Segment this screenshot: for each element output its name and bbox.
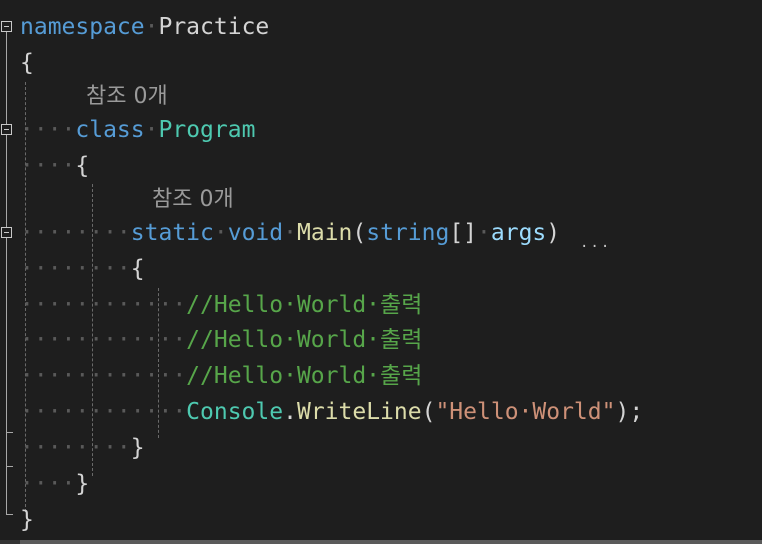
code-line-10: ············Console.WriteLine("Hello·Wor…: [20, 399, 644, 425]
class-outline-end: [6, 466, 13, 467]
open-brace: {: [75, 153, 90, 179]
namespace-outline-end: [6, 514, 13, 515]
collapse-method-icon[interactable]: [1, 227, 12, 238]
code-line-9: ············//Hello·World·출력: [20, 363, 423, 389]
keyword-class: class: [75, 117, 145, 143]
code-line-5: ········static·void·Main(string[]·args): [20, 220, 561, 246]
string-literal: "Hello·World": [435, 399, 616, 425]
code-line-8: ············//Hello·World·출력: [20, 327, 423, 353]
code-line-7: ············//Hello·World·출력: [20, 292, 423, 318]
method-outline-end: [6, 432, 13, 433]
collapse-namespace-icon[interactable]: [1, 21, 12, 32]
comment: //Hello·World·출력: [186, 327, 423, 353]
param-type: string: [366, 220, 450, 246]
close-brace: }: [75, 471, 90, 497]
code-line-1: namespace·Practice: [20, 14, 270, 40]
close-brace: }: [130, 435, 145, 461]
code-line-6: ········{: [20, 256, 145, 282]
writeline-method: WriteLine: [296, 399, 422, 425]
collapse-class-icon[interactable]: [1, 124, 12, 135]
horizontal-scrollbar-thumb[interactable]: [20, 540, 762, 544]
comment: //Hello·World·출력: [186, 363, 423, 389]
code-line-3: ····class·Program: [20, 117, 256, 143]
code-line-2: {: [20, 46, 34, 80]
console-type: Console: [186, 399, 284, 425]
suggestion-hint-dots[interactable]: ···: [580, 240, 611, 254]
namespace-name: Practice: [158, 14, 270, 40]
keyword-void: void: [227, 220, 284, 246]
code-line-12: ····}: [20, 471, 90, 497]
code-line-13: }: [20, 503, 34, 537]
param-name: args: [490, 220, 547, 246]
close-brace: }: [20, 507, 34, 533]
namespace-outline: [6, 32, 7, 514]
open-brace: {: [130, 256, 145, 282]
code-line-4: ····{: [20, 153, 90, 179]
open-brace: {: [20, 50, 34, 76]
keyword-namespace: namespace: [20, 14, 145, 40]
reference-count-lens[interactable]: 참조 0개: [86, 80, 168, 114]
reference-count-lens[interactable]: 참조 0개: [152, 183, 234, 217]
comment: //Hello·World·출력: [186, 292, 423, 318]
method-name: Main: [296, 220, 353, 246]
class-name: Program: [158, 117, 256, 143]
code-editor[interactable]: namespace·Practice { 참조 0개 ····class·Pro…: [0, 0, 762, 544]
keyword-static: static: [130, 220, 214, 246]
code-line-11: ········}: [20, 435, 145, 461]
